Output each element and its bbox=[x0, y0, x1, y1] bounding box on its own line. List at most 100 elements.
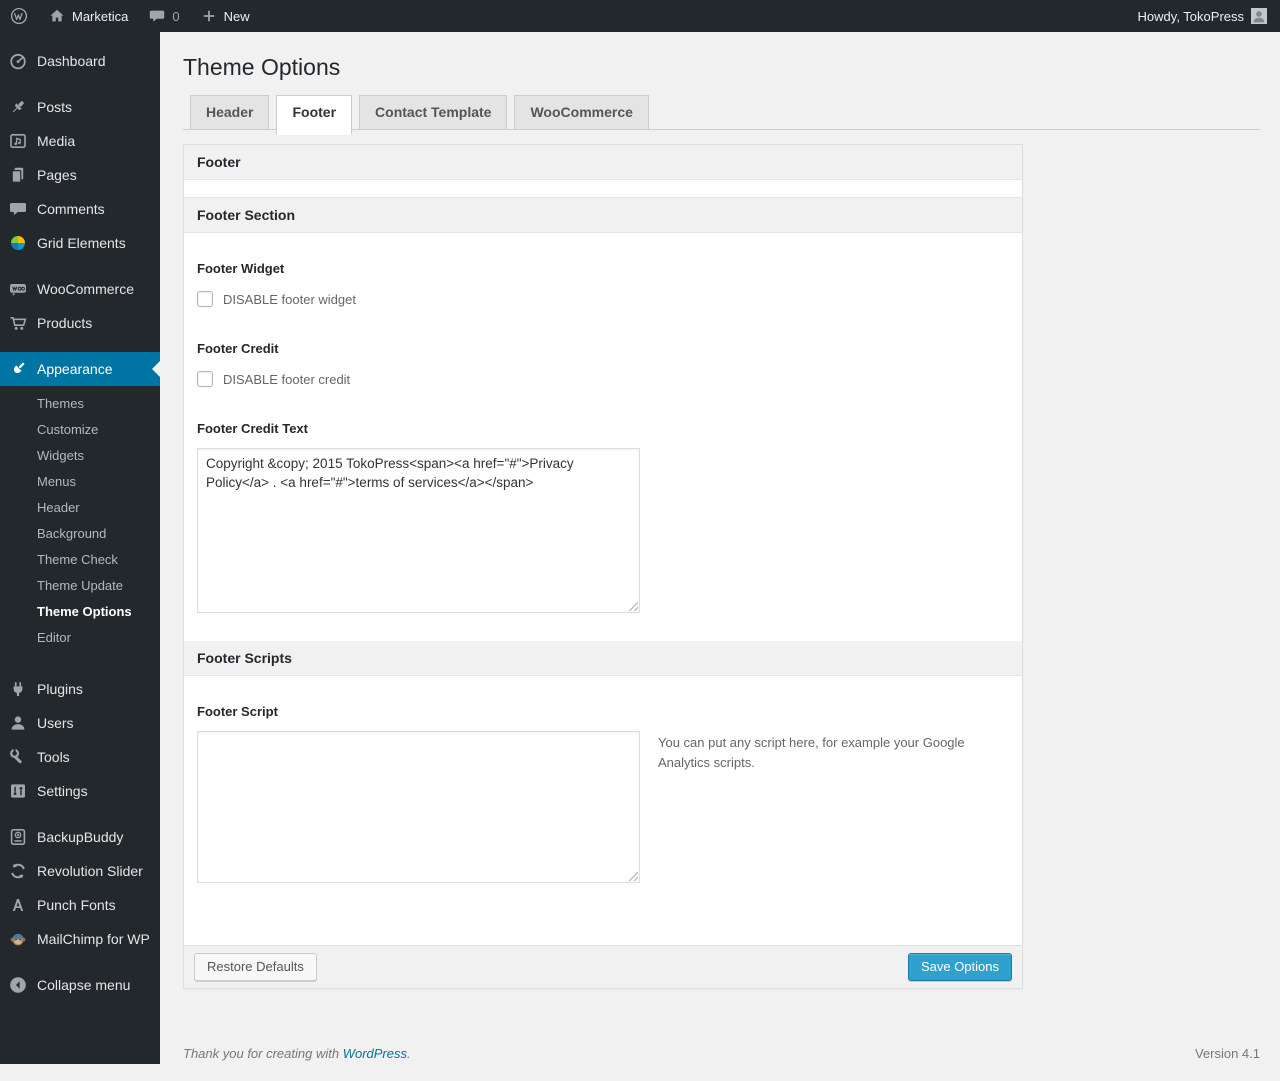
panel-spacer bbox=[184, 180, 1022, 198]
sidebar-item-comments[interactable]: Comments bbox=[0, 192, 160, 226]
footer-thanks-text: Thank you for creating with WordPress. bbox=[183, 1046, 411, 1061]
thanks-suffix: . bbox=[407, 1046, 411, 1061]
backup-icon bbox=[8, 827, 28, 847]
home-icon bbox=[48, 7, 66, 25]
sidebar-item-theme-options[interactable]: Theme Options bbox=[0, 599, 160, 625]
appearance-submenu: Themes Customize Widgets Menus Header Ba… bbox=[0, 386, 160, 660]
tab-footer[interactable]: Footer bbox=[276, 95, 353, 135]
panel-header: Footer bbox=[184, 145, 1022, 180]
settings-icon bbox=[8, 781, 28, 801]
footer-credit-textarea[interactable]: Copyright &copy; 2015 TokoPress<span><a … bbox=[197, 448, 640, 613]
sidebar-item-background[interactable]: Background bbox=[0, 521, 160, 547]
menu-separator bbox=[0, 340, 160, 352]
sidebar-item-grid-elements[interactable]: Grid Elements bbox=[0, 226, 160, 260]
new-content-button[interactable]: New bbox=[190, 0, 260, 32]
sidebar-item-label: Products bbox=[37, 315, 93, 331]
sidebar-item-label: Pages bbox=[37, 167, 77, 183]
footer-credit-checkbox-row[interactable]: DISABLE footer credit bbox=[197, 371, 1009, 387]
sidebar-item-dashboard[interactable]: Dashboard bbox=[0, 44, 160, 78]
footer-script-textarea[interactable] bbox=[197, 731, 640, 883]
footer-credit-checkbox-label: DISABLE footer credit bbox=[223, 371, 351, 387]
site-name-link[interactable]: Marketica bbox=[38, 0, 138, 32]
tab-header[interactable]: Header bbox=[190, 95, 270, 130]
pages-icon bbox=[8, 165, 28, 185]
footer-script-help-text: You can put any script here, for example… bbox=[658, 735, 965, 771]
footer-scripts-body: Footer Script You can put any script her… bbox=[184, 676, 1022, 945]
howdy-label: Howdy, TokoPress bbox=[1137, 8, 1244, 24]
footer-credit-checkbox[interactable] bbox=[197, 371, 213, 387]
panel-action-bar: Restore Defaults Save Options bbox=[184, 945, 1022, 988]
main-content: Theme Options Header Footer Contact Temp… bbox=[160, 0, 1280, 1081]
sidebar-item-label: Plugins bbox=[37, 681, 83, 697]
grid-icon bbox=[8, 233, 28, 253]
gauge-icon bbox=[8, 51, 28, 71]
sidebar-item-tools[interactable]: Tools bbox=[0, 740, 160, 774]
sidebar-item-editor[interactable]: Editor bbox=[0, 625, 160, 651]
menu-separator bbox=[0, 260, 160, 272]
wordpress-menu-button[interactable] bbox=[0, 0, 38, 32]
sidebar-item-label: Revolution Slider bbox=[37, 863, 143, 879]
sidebar-item-widgets[interactable]: Widgets bbox=[0, 443, 160, 469]
footer-section-body: Footer Widget DISABLE footer widget Foot… bbox=[184, 233, 1022, 641]
footer-widget-label: Footer Widget bbox=[197, 261, 285, 276]
footer-widget-checkbox[interactable] bbox=[197, 291, 213, 307]
sidebar-item-revolution-slider[interactable]: Revolution Slider bbox=[0, 854, 160, 888]
sidebar-item-label: MailChimp for WP bbox=[37, 931, 150, 947]
brush-icon bbox=[8, 359, 28, 379]
tab-contact-template[interactable]: Contact Template bbox=[359, 95, 508, 130]
sidebar-item-header[interactable]: Header bbox=[0, 495, 160, 521]
sidebar-item-users[interactable]: Users bbox=[0, 706, 160, 740]
sidebar-item-settings[interactable]: Settings bbox=[0, 774, 160, 808]
sidebar-item-collapse-menu[interactable]: Collapse menu bbox=[0, 968, 160, 1002]
footer-credit-label: Footer Credit bbox=[197, 341, 279, 356]
page-title: Theme Options bbox=[183, 54, 341, 80]
wordpress-link[interactable]: WordPress bbox=[343, 1046, 407, 1061]
pushpin-icon bbox=[8, 97, 28, 117]
sidebar-item-plugins[interactable]: Plugins bbox=[0, 672, 160, 706]
sidebar-item-label: WooCommerce bbox=[37, 281, 134, 297]
sidebar-item-woocommerce[interactable]: WooCommerce bbox=[0, 272, 160, 306]
section-footer-scripts: Footer Scripts bbox=[184, 641, 1022, 676]
admin-bar-left: Marketica 0 New bbox=[0, 0, 260, 32]
wordpress-logo-icon bbox=[10, 7, 28, 25]
mailchimp-icon bbox=[8, 929, 28, 949]
sidebar-item-posts[interactable]: Posts bbox=[0, 90, 160, 124]
theme-options-panel: Footer Footer Section Footer Widget DISA… bbox=[183, 144, 1023, 989]
sidebar-item-mailchimp[interactable]: MailChimp for WP bbox=[0, 922, 160, 956]
sidebar-item-label: Appearance bbox=[37, 361, 113, 377]
sidebar-item-products[interactable]: Products bbox=[0, 306, 160, 340]
sidebar-item-punch-fonts[interactable]: Punch Fonts bbox=[0, 888, 160, 922]
sidebar-item-label: Comments bbox=[37, 201, 105, 217]
collapse-icon bbox=[8, 975, 28, 995]
sidebar-item-theme-update[interactable]: Theme Update bbox=[0, 573, 160, 599]
save-options-button[interactable]: Save Options bbox=[907, 953, 1012, 981]
sidebar-item-label: Settings bbox=[37, 783, 88, 799]
wrench-icon bbox=[8, 747, 28, 767]
comments-shortcut[interactable]: 0 bbox=[138, 0, 189, 32]
sidebar-item-label: Punch Fonts bbox=[37, 897, 116, 913]
admin-menu: Dashboard Posts Media Pages Comments Gri… bbox=[0, 44, 160, 1002]
media-icon bbox=[8, 131, 28, 151]
sidebar-item-label: Grid Elements bbox=[37, 235, 126, 251]
avatar bbox=[1251, 8, 1267, 24]
tab-woocommerce[interactable]: WooCommerce bbox=[514, 95, 649, 130]
plug-icon bbox=[8, 679, 28, 699]
sidebar-item-label: Dashboard bbox=[37, 53, 106, 69]
sidebar-item-label: BackupBuddy bbox=[37, 829, 124, 845]
sidebar-item-pages[interactable]: Pages bbox=[0, 158, 160, 192]
sidebar-item-customize[interactable]: Customize bbox=[0, 417, 160, 443]
menu-separator bbox=[0, 660, 160, 672]
footer-script-row: You can put any script here, for example… bbox=[197, 719, 1009, 883]
refresh-icon bbox=[8, 861, 28, 881]
footer-script-label: Footer Script bbox=[197, 704, 278, 719]
restore-defaults-button[interactable]: Restore Defaults bbox=[194, 953, 317, 981]
sidebar-item-themes[interactable]: Themes bbox=[0, 391, 160, 417]
sidebar-item-theme-check[interactable]: Theme Check bbox=[0, 547, 160, 573]
sidebar-item-menus[interactable]: Menus bbox=[0, 469, 160, 495]
sidebar-item-media[interactable]: Media bbox=[0, 124, 160, 158]
account-menu[interactable]: Howdy, TokoPress bbox=[1138, 8, 1280, 24]
sidebar: Dashboard Posts Media Pages Comments Gri… bbox=[0, 32, 160, 1064]
sidebar-item-appearance[interactable]: Appearance bbox=[0, 352, 160, 386]
sidebar-item-backupbuddy[interactable]: BackupBuddy bbox=[0, 820, 160, 854]
footer-widget-checkbox-row[interactable]: DISABLE footer widget bbox=[197, 291, 1009, 307]
